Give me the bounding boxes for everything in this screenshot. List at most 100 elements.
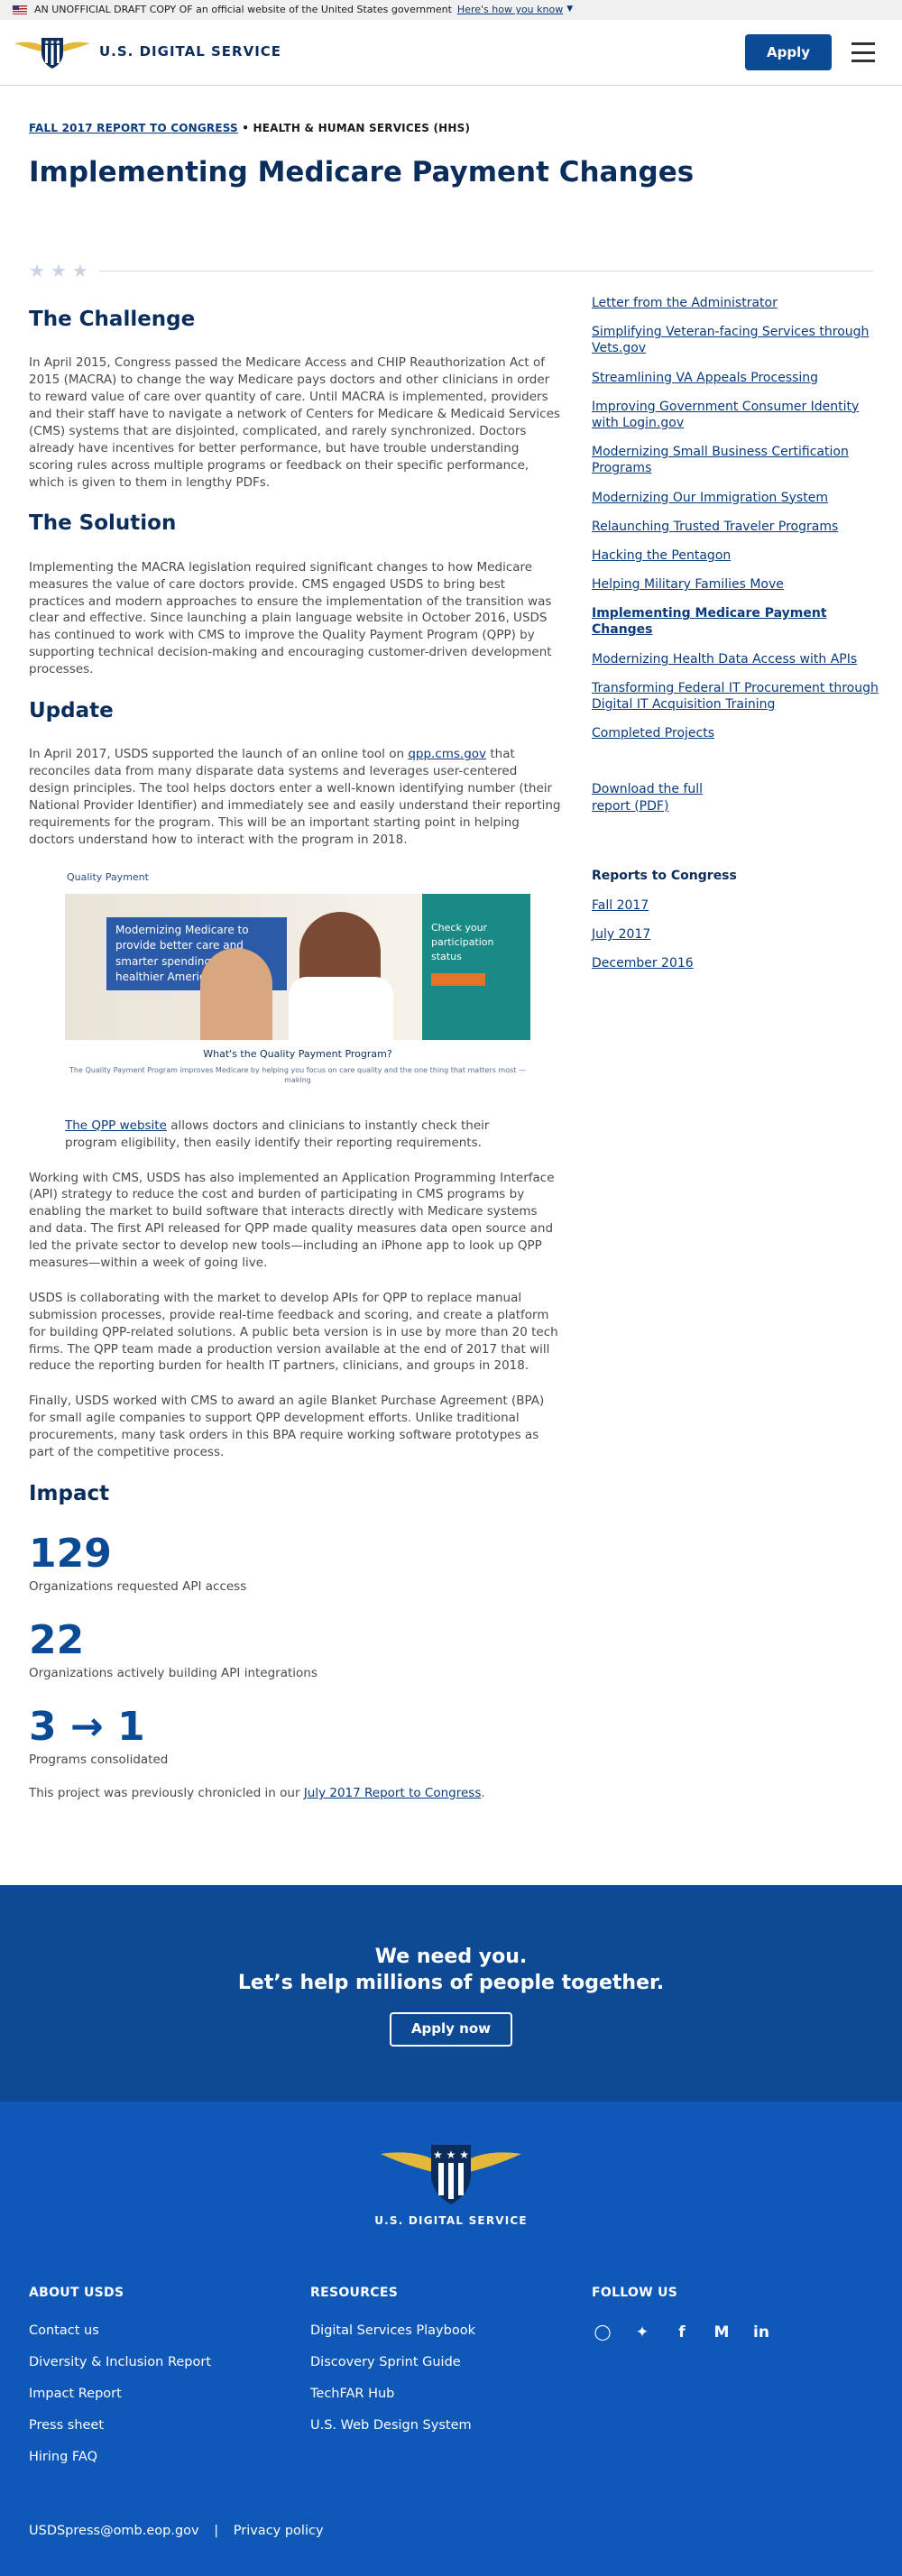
site-footer: ★ ★ ★ U.S. DIGITAL SERVICE ABOUT USDS Co… [0, 2102, 902, 2576]
impact-stat-value: 129 [29, 1531, 112, 1578]
sidebar-link[interactable]: Modernizing Health Data Access with APIs [592, 651, 880, 667]
sidebar-link[interactable]: Relaunching Trusted Traveler Programs [592, 519, 880, 535]
sidebar-link[interactable]: Completed Projects [592, 725, 880, 741]
qpp-caption-title: What's the Quality Payment Program? [203, 1047, 392, 1060]
usds-logo[interactable]: ★★★ U.S. DIGITAL SERVICE [14, 34, 281, 70]
footer-link[interactable]: U.S. Web Design System [310, 2416, 475, 2435]
chronicle-text: This project was previously chronicled i… [29, 1786, 304, 1801]
medium-icon[interactable]: M [711, 2322, 732, 2344]
chronicle-note: This project was previously chronicled i… [29, 1785, 561, 1802]
impact-heading: Impact [29, 1481, 110, 1505]
footer-link[interactable]: Digital Services Playbook [310, 2322, 475, 2341]
reports-heading: Reports to Congress [592, 868, 737, 883]
qpp-website-link[interactable]: The QPP website [65, 1118, 167, 1133]
image-caption: The QPP website allows doctors and clini… [65, 1118, 534, 1152]
qpp-caption-sub: The Quality Payment Program improves Med… [69, 1065, 526, 1085]
sidebar-link[interactable]: Letter from the Administrator [592, 295, 880, 311]
chevron-down-icon[interactable]: ▼ [566, 4, 573, 15]
footer-link[interactable]: Press sheet [29, 2416, 211, 2435]
svg-text:★ ★ ★: ★ ★ ★ [433, 2148, 469, 2161]
breadcrumb: FALL 2017 REPORT TO CONGRESS • HEALTH & … [29, 121, 873, 136]
chronicle-end: . [481, 1786, 485, 1801]
impact-stat-value: 22 [29, 1617, 85, 1664]
download-report-link[interactable]: Download the full report (PDF) [592, 781, 709, 814]
qpp-website-screenshot: Quality Payment Modernizing Medicare to … [65, 866, 530, 1109]
recruit-cta: We need you. Let’s help millions of peop… [0, 1885, 902, 2102]
linkedin-icon[interactable]: in [750, 2322, 772, 2344]
qpp-hero: Modernizing Medicare to provide better c… [65, 893, 530, 1040]
footer-link[interactable]: Diversity & Inclusion Report [29, 2353, 211, 2372]
sidebar-link-active[interactable]: Implementing Medicare Payment Changes [592, 605, 880, 638]
eagle-shield-icon: ★ ★ ★ [381, 2145, 521, 2204]
qpp-status-panel: Check your participation status [422, 893, 530, 1040]
footer-follow-column: FOLLOW US ◯ ✦ f M in [592, 2284, 772, 2344]
heres-how-you-know-link[interactable]: Here's how you know [457, 3, 563, 17]
site-header: ★★★ U.S. DIGITAL SERVICE Apply [0, 20, 902, 86]
doctor-coat [289, 976, 393, 1040]
footer-link[interactable]: TechFAR Hub [310, 2385, 475, 2404]
update-text-before: In April 2017, USDS supported the launch… [29, 747, 409, 762]
report-link-item[interactable]: Fall 2017 [592, 897, 880, 914]
twitter-icon[interactable]: ✦ [631, 2322, 653, 2344]
challenge-heading: The Challenge [29, 308, 196, 331]
footer-about-column: ABOUT USDS Contact us Diversity & Inclus… [29, 2284, 211, 2479]
report-link[interactable]: FALL 2017 REPORT TO CONGRESS [29, 122, 238, 134]
sidebar-link[interactable]: Modernizing Small Business Certification… [592, 444, 880, 476]
sidebar-link[interactable]: Modernizing Our Immigration System [592, 490, 880, 506]
update-text-after: that reconciles data from many disparate… [29, 747, 561, 847]
patient-figure [200, 947, 272, 1040]
sidebar-link[interactable]: Transforming Federal IT Procurement thro… [592, 680, 880, 713]
footer-resources-column: RESOURCES Digital Services Playbook Disc… [310, 2284, 475, 2448]
update-heading: Update [29, 699, 114, 723]
eagle-shield-icon: ★★★ [14, 38, 90, 69]
footer-separator: | [214, 2524, 219, 2538]
july-2017-report-link[interactable]: July 2017 Report to Congress [304, 1786, 482, 1800]
sidebar-link[interactable]: Helping Military Families Move [592, 576, 880, 593]
footer-link[interactable]: Discovery Sprint Guide [310, 2353, 475, 2372]
report-link-item[interactable]: July 2017 [592, 926, 880, 943]
svg-text:★★★: ★★★ [44, 39, 61, 46]
apply-button[interactable]: Apply [744, 34, 832, 70]
update-paragraph-4: Finally, USDS worked with CMS to award a… [29, 1394, 545, 1459]
update-paragraph-3: USDS is collaborating with the market to… [29, 1290, 558, 1374]
challenge-body: In April 2015, Congress passed the Medic… [29, 355, 560, 490]
solution-body: Implementing the MACRA legislation requi… [29, 559, 552, 677]
footer-link[interactable]: Hiring FAQ [29, 2448, 211, 2467]
footer-about-heading: ABOUT USDS [29, 2286, 124, 2300]
instagram-icon[interactable]: ◯ [592, 2322, 613, 2344]
qpp-cms-link[interactable]: qpp.cms.gov [408, 747, 486, 761]
sidebar-link[interactable]: Simplifying Veteran-facing Services thro… [592, 324, 880, 356]
report-sidebar: Letter from the Administrator Simplifyin… [592, 295, 880, 985]
cta-line-2: Let’s help millions of people together. [237, 1971, 665, 1994]
footer-bottom: USDSpress@omb.eop.gov | Privacy policy [29, 2522, 324, 2541]
star-icon: ★ [71, 260, 88, 282]
qpp-panel-text: Check your participation status [431, 921, 494, 962]
solution-heading: The Solution [29, 511, 177, 536]
main-content: The Challenge In April 2015, Congress pa… [29, 305, 561, 1820]
sidebar-link[interactable]: Hacking the Pentagon [592, 547, 880, 564]
sidebar-link[interactable]: Streamlining VA Appeals Processing [592, 370, 880, 386]
qpp-caption: What's the Quality Payment Program? The … [65, 1047, 530, 1086]
footer-logo[interactable]: ★ ★ ★ U.S. DIGITAL SERVICE [0, 2141, 902, 2230]
apply-now-button[interactable]: Apply now [389, 2012, 513, 2047]
privacy-policy-link[interactable]: Privacy policy [234, 2524, 324, 2538]
logo-text: U.S. DIGITAL SERVICE [99, 43, 282, 60]
page-title: Implementing Medicare Payment Changes [29, 156, 695, 189]
report-link-item[interactable]: December 2016 [592, 955, 880, 971]
footer-link[interactable]: Impact Report [29, 2385, 211, 2404]
hamburger-menu-icon[interactable] [851, 42, 875, 62]
gov-banner: AN UNOFFICIAL DRAFT COPY OF an official … [0, 0, 902, 20]
qpp-check-button [431, 972, 485, 986]
qpp-brand: Quality Payment [67, 870, 149, 883]
agency-label: HEALTH & HUMAN SERVICES (HHS) [253, 122, 471, 134]
sidebar-link[interactable]: Improving Government Consumer Identity w… [592, 399, 880, 431]
us-flag-icon [13, 5, 27, 14]
update-paragraph-2: Working with CMS, USDS has also implemen… [29, 1170, 555, 1270]
press-email-link[interactable]: USDSpress@omb.eop.gov [29, 2524, 199, 2538]
footer-follow-heading: FOLLOW US [592, 2286, 678, 2300]
facebook-icon[interactable]: f [671, 2322, 693, 2344]
footer-link[interactable]: Contact us [29, 2322, 211, 2341]
footer-resources-heading: RESOURCES [310, 2286, 399, 2300]
breadcrumb-separator: • [237, 122, 253, 134]
update-paragraph-1: In April 2017, USDS supported the launch… [29, 746, 561, 848]
